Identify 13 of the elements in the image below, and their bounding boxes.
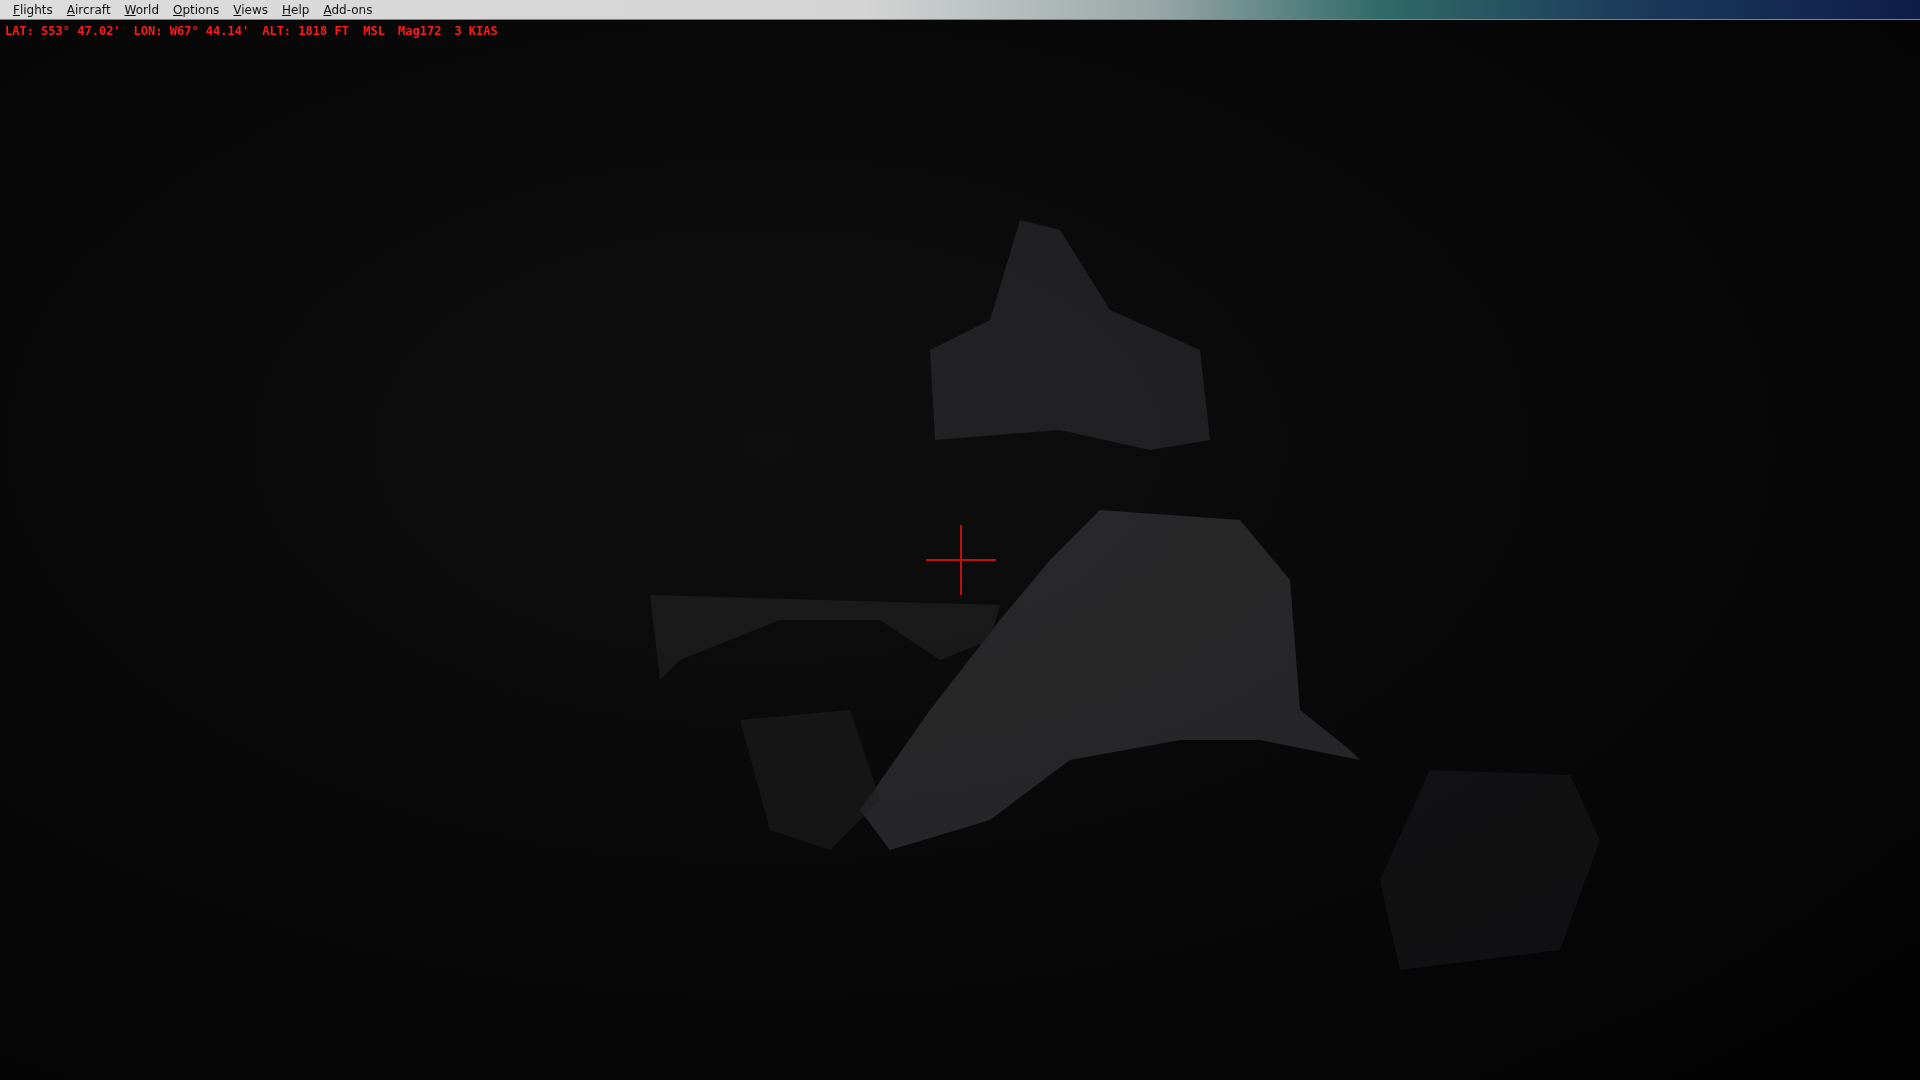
crosshair-icon [926,525,996,595]
status-readout: 3 KIAS [454,24,498,38]
menu-item[interactable]: Views [226,2,276,17]
menu-item[interactable]: Help [275,2,317,17]
status-readout: Mag172 [398,24,442,38]
status-readout: LAT: S53° 47.02' [5,24,121,38]
status-readout: ALT: 1818 FT MSL [262,24,385,38]
status-readout: LON: W67° 44.14' [133,24,250,38]
menu-item[interactable]: Aircraft [59,2,118,17]
menu-item[interactable]: Options [166,2,227,17]
menu-item[interactable]: Flights [6,2,60,17]
menu-item[interactable]: World [117,2,166,17]
menu-item[interactable]: Add-ons [316,2,380,17]
